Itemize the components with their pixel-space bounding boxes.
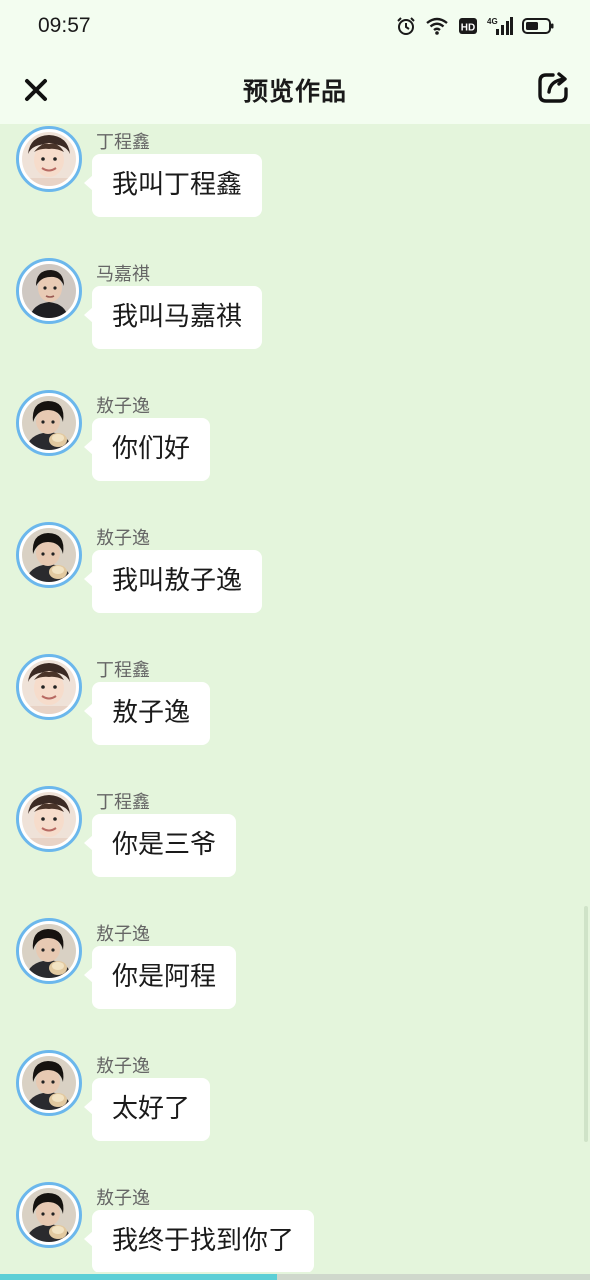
avatar-ao	[22, 1188, 76, 1242]
avatar[interactable]	[16, 126, 82, 192]
avatar-ma	[22, 264, 76, 318]
preview-screen: 09:57 HD 4G 预览作品 丁程鑫 我叫丁程鑫 马嘉祺 我叫马嘉祺 敖子逸…	[0, 0, 590, 1280]
network-label: 4G	[487, 17, 498, 26]
avatar-ao	[22, 1056, 76, 1110]
avatar-ao	[22, 396, 76, 450]
status-bar: 09:57 HD 4G	[0, 0, 590, 54]
avatar[interactable]	[16, 390, 82, 456]
page-title: 预览作品	[242, 77, 347, 106]
sender-name: 敖子逸	[96, 924, 150, 945]
sender-name: 丁程鑫	[96, 132, 150, 153]
signal-4g-icon: 4G	[487, 16, 513, 36]
status-icons: HD 4G	[396, 14, 554, 38]
battery-icon	[522, 16, 554, 36]
playback-progress-bar[interactable]	[0, 1274, 590, 1280]
avatar[interactable]	[16, 1182, 82, 1248]
status-time: 09:57	[38, 14, 91, 37]
avatar[interactable]	[16, 918, 82, 984]
chat-message: 丁程鑫 你是三爷	[0, 784, 590, 916]
alarm-icon	[396, 16, 416, 36]
avatar-ao	[22, 528, 76, 582]
sender-name: 丁程鑫	[96, 660, 150, 681]
avatar[interactable]	[16, 522, 82, 588]
avatar[interactable]	[16, 654, 82, 720]
avatar[interactable]	[16, 1050, 82, 1116]
avatar-ding	[22, 792, 76, 846]
message-bubble[interactable]: 我叫丁程鑫	[83, 154, 263, 217]
message-bubble[interactable]: 我叫马嘉祺	[83, 286, 263, 349]
hd-label: HD	[461, 23, 475, 34]
chat-message: 敖子逸 太好了	[0, 1048, 590, 1180]
avatar-ao	[22, 924, 76, 978]
chat-message: 马嘉祺 我叫马嘉祺	[0, 256, 590, 388]
chat-message: 丁程鑫 敖子逸	[0, 652, 590, 784]
avatar[interactable]	[16, 786, 82, 852]
avatar[interactable]	[16, 258, 82, 324]
sender-name: 丁程鑫	[96, 792, 150, 813]
sender-name: 敖子逸	[96, 1056, 150, 1077]
sender-name: 敖子逸	[96, 1188, 150, 1209]
chat-message: 丁程鑫 我叫丁程鑫	[0, 124, 590, 256]
sender-name: 敖子逸	[96, 396, 150, 417]
scrollbar[interactable]	[584, 906, 588, 1142]
hd-icon: HD	[458, 16, 478, 36]
avatar-ding	[22, 660, 76, 714]
chat-list[interactable]: 丁程鑫 我叫丁程鑫 马嘉祺 我叫马嘉祺 敖子逸 你们好 敖子逸 我叫敖子逸 丁程鑫 敖子逸…	[0, 124, 590, 1272]
chat-message: 敖子逸 你们好	[0, 388, 590, 520]
message-bubble[interactable]: 你们好	[83, 418, 211, 481]
share-button[interactable]	[536, 70, 572, 106]
chat-message: 敖子逸 我终于找到你了	[0, 1180, 590, 1272]
sender-name: 马嘉祺	[96, 264, 150, 285]
message-bubble[interactable]: 敖子逸	[83, 682, 211, 745]
playback-progress-fill	[0, 1274, 278, 1280]
message-bubble[interactable]: 你是阿程	[83, 946, 237, 1009]
wifi-icon	[425, 16, 449, 36]
header-bar: 预览作品	[0, 54, 590, 124]
message-bubble[interactable]: 我叫敖子逸	[83, 550, 263, 613]
chat-message: 敖子逸 我叫敖子逸	[0, 520, 590, 652]
message-bubble[interactable]: 太好了	[83, 1078, 211, 1141]
sender-name: 敖子逸	[96, 528, 150, 549]
message-bubble[interactable]: 你是三爷	[83, 814, 237, 877]
message-bubble[interactable]: 我终于找到你了	[83, 1210, 315, 1272]
avatar-ding	[22, 132, 76, 186]
chat-message: 敖子逸 你是阿程	[0, 916, 590, 1048]
share-icon	[538, 72, 568, 103]
